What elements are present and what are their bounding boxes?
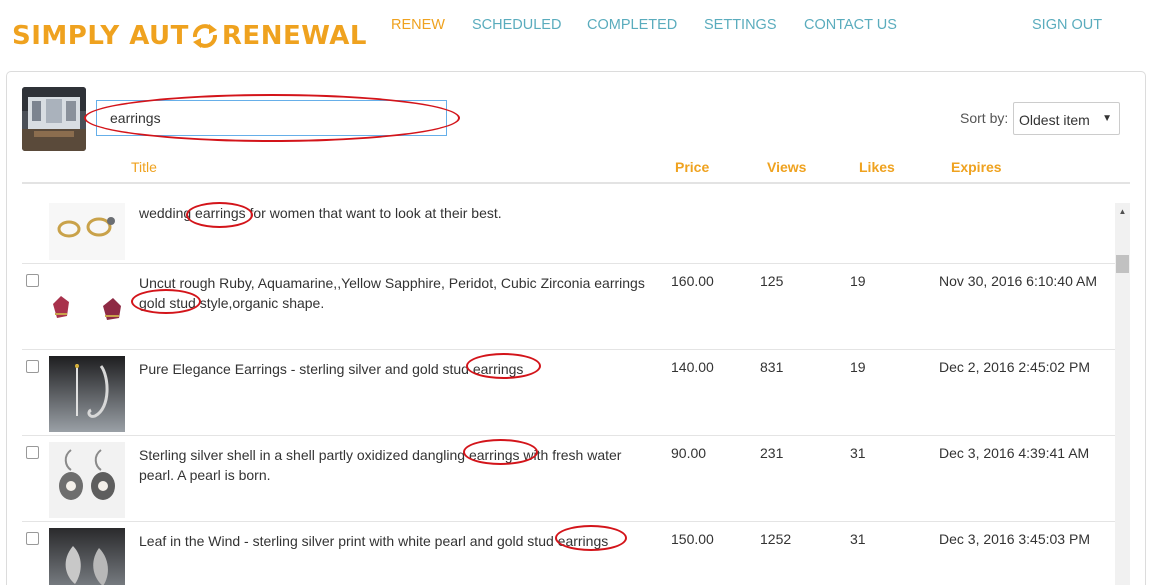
listing-expires: Dec 3, 2016 4:39:41 AM	[939, 445, 1090, 461]
brand-name-part2: RENEWAL	[221, 21, 367, 51]
column-header-title[interactable]: Title	[131, 159, 157, 175]
listing-row: Uncut rough Ruby, Aquamarine,,Yellow Sap…	[22, 264, 1115, 350]
listing-checkbox[interactable]	[26, 446, 39, 459]
list-scrollbar[interactable]: ▲	[1115, 203, 1130, 585]
listing-thumbnail[interactable]	[49, 356, 125, 432]
column-header-price[interactable]: Price	[675, 159, 709, 175]
listing-likes: 31	[850, 531, 866, 547]
listing-expires: Nov 30, 2016 6:10:40 AM	[939, 273, 1097, 289]
column-header-expires[interactable]: Expires	[951, 159, 1002, 175]
listing-row: Sterling silver shell in a shell partly …	[22, 436, 1115, 522]
listing-title[interactable]: Sterling silver shell in a shell partly …	[139, 445, 649, 485]
nav-scheduled[interactable]: SCHEDULED	[472, 17, 561, 33]
nav-renew[interactable]: RENEW	[391, 17, 445, 33]
listing-price: 140.00	[671, 359, 714, 375]
sort-selected-value: Oldest item	[1019, 112, 1090, 128]
scrollbar-thumb[interactable]	[1116, 255, 1129, 273]
scroll-up-arrow-icon[interactable]: ▲	[1115, 203, 1130, 220]
nav-sign-out[interactable]: SIGN OUT	[1032, 17, 1102, 33]
listing-views: 125	[760, 273, 784, 289]
listing-views: 231	[760, 445, 784, 461]
listing-likes: 19	[850, 359, 866, 375]
brand-logo[interactable]: SIMPLY AUT RENEWAL	[12, 18, 367, 54]
sort-label: Sort by:	[960, 110, 1009, 126]
listing-row: Leaf in the Wind - sterling silver print…	[22, 522, 1115, 585]
listing-expires: Dec 3, 2016 3:45:03 PM	[939, 531, 1090, 547]
nav-settings[interactable]: SETTINGS	[704, 17, 777, 33]
column-header-views[interactable]: Views	[767, 159, 806, 175]
listing-list: wedding earrings for women that want to …	[22, 184, 1115, 585]
sort-select[interactable]: Oldest item ▼	[1013, 102, 1120, 135]
listing-price: 160.00	[671, 273, 714, 289]
listing-title[interactable]: Leaf in the Wind - sterling silver print…	[139, 531, 649, 551]
nav-completed[interactable]: COMPLETED	[587, 17, 677, 33]
listing-title[interactable]: Pure Elegance Earrings - sterling silver…	[139, 359, 649, 379]
listing-thumbnail[interactable]	[49, 442, 125, 518]
listing-title[interactable]: wedding earrings for women that want to …	[139, 203, 649, 223]
listing-expires: Dec 2, 2016 2:45:02 PM	[939, 359, 1090, 375]
search-box[interactable]	[96, 100, 447, 136]
renew-cycle-icon	[192, 24, 217, 48]
nav-contact-us[interactable]: CONTACT US	[804, 17, 897, 33]
column-header-likes[interactable]: Likes	[859, 159, 895, 175]
listing-title[interactable]: Uncut rough Ruby, Aquamarine,,Yellow Sap…	[139, 273, 649, 313]
listing-thumbnail[interactable]	[49, 528, 125, 585]
listing-checkbox[interactable]	[26, 532, 39, 545]
shop-avatar	[22, 87, 86, 151]
dropdown-arrow-icon: ▼	[1102, 113, 1112, 124]
listing-checkbox[interactable]	[26, 274, 39, 287]
listing-thumbnail[interactable]	[49, 203, 125, 260]
brand-name-part1: SIMPLY AUT	[12, 21, 189, 51]
listing-likes: 31	[850, 445, 866, 461]
listing-views: 1252	[760, 531, 792, 547]
listing-checkbox[interactable]	[26, 360, 39, 373]
listing-price: 150.00	[671, 531, 714, 547]
listing-views: 831	[760, 359, 784, 375]
listing-row: wedding earrings for women that want to …	[22, 184, 1115, 264]
search-input[interactable]	[97, 101, 446, 135]
listing-likes: 19	[850, 273, 866, 289]
listing-thumbnail[interactable]	[49, 270, 125, 346]
listing-price: 90.00	[671, 445, 707, 461]
listing-row: Pure Elegance Earrings - sterling silver…	[22, 350, 1115, 436]
